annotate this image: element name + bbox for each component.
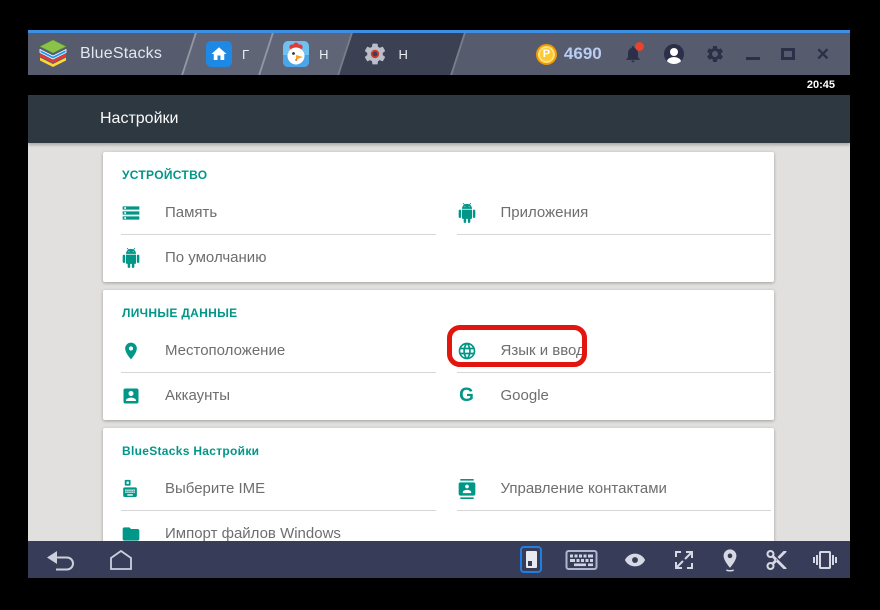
section-header: BlueStacks Настройки [122,444,260,458]
item-label: По умолчанию [165,249,267,266]
item-label: Выберите IME [165,480,266,497]
tab-home[interactable]: Г [188,33,265,75]
item-label: Память [165,204,218,221]
bluestacks-window: BlueStacks Г Н Н P 4690 ✕ 20:45 Настройк… [28,30,850,578]
card-personal: ЛИЧНЫЕ ДАННЫЕ Местоположение Язык и ввод… [103,290,774,420]
settings-item-location[interactable]: Местоположение [103,328,439,373]
brand-title: BlueStacks [80,45,163,62]
account-box-icon [123,388,139,403]
location-pin-icon [125,342,137,359]
titlebar-controls: P 4690 ✕ [535,42,850,65]
item-label: Аккаунты [165,387,231,404]
shake-icon [813,550,837,569]
android-statusbar: 20:45 [28,75,850,95]
gear-icon [706,46,723,62]
fullscreen-icon [675,550,693,569]
settings-actionbar: Настройки [28,95,850,143]
settings-content: УСТРОЙСТВО Память Приложения По умолчани… [28,143,850,541]
titlebar: BlueStacks Г Н Н P 4690 ✕ [28,30,850,75]
settings-item-choose-ime[interactable]: Выберите IME [103,466,439,511]
settings-item-manage-contacts[interactable]: Управление контактами [439,466,775,511]
item-label: Приложения [500,204,589,221]
item-label: Управление контактами [500,480,667,497]
contacts-icon [458,478,475,499]
tab-settings[interactable]: Н [344,33,459,75]
ime-keyboard-icon [123,479,137,497]
tab-label: Г [242,46,250,62]
location-icon [723,549,737,572]
item-label: Местоположение [165,342,286,359]
back-button[interactable] [44,548,80,572]
home-icon [206,41,233,67]
close-button[interactable]: ✕ [816,46,830,63]
eye-button[interactable] [621,549,649,571]
bluestacks-logo-icon [39,39,67,67]
screenshot-canvas: BlueStacks Г Н Н P 4690 ✕ 20:45 Настройк… [0,0,880,610]
section-header: ЛИЧНЫЕ ДАННЫЕ [122,306,238,320]
settings-item-apps[interactable]: Приложения [439,190,775,235]
maximize-button[interactable] [780,48,795,60]
highlight-annotation [446,325,587,367]
screenshot-button[interactable] [764,548,789,572]
card-device: УСТРОЙСТВО Память Приложения По умолчани… [103,152,774,282]
android-icon [458,202,475,223]
settings-item-language-input[interactable]: Язык и ввод [439,325,775,373]
minimize-button[interactable] [745,48,760,60]
notifications-button[interactable] [623,42,644,65]
bottom-toolbar [28,541,850,578]
coin-icon: P [535,43,557,65]
section-header: УСТРОЙСТВО [122,168,208,182]
eye-icon [624,553,646,566]
settings-item-accounts[interactable]: Аккаунты [103,373,439,418]
tab-chicken-app[interactable]: Н [265,33,344,75]
item-label: Google [500,387,549,404]
account-button[interactable] [663,44,684,64]
item-label: Импорт файлов Windows [165,525,341,541]
back-icon [47,550,74,570]
chicken-app-icon [283,41,310,67]
settings-item-memory[interactable]: Память [103,190,439,235]
tab-label: Н [319,46,329,62]
home-button[interactable] [106,548,136,572]
settings-item-defaults[interactable]: По умолчанию [103,235,439,280]
notification-dot [634,42,644,51]
folder-icon [122,526,140,541]
page-title: Настройки [100,110,179,127]
gear-icon [365,43,386,65]
settings-button[interactable] [705,44,725,64]
google-g-icon: G [459,384,474,406]
settings-item-google[interactable]: G Google [439,373,775,418]
tab-label: Н [398,46,408,62]
coin-count: 4690 [563,44,602,63]
keyboard-icon [565,549,598,570]
settings-item-import-windows-files[interactable]: Импорт файлов Windows [103,511,439,541]
dock-toggle-icon[interactable] [520,546,542,573]
tab-strip: Г Н Н [188,33,460,75]
clock: 20:45 [806,79,835,91]
android-icon [122,247,140,268]
shake-button[interactable] [812,548,838,572]
storage-icon [122,205,140,220]
card-bluestacks-settings: BlueStacks Настройки Выберите IME Управл… [103,428,774,541]
coin-balance[interactable]: P 4690 [535,43,602,65]
keyboard-toggle-button[interactable] [565,548,598,572]
home-icon [110,549,132,570]
location-button[interactable] [719,547,741,572]
scissors-icon [766,549,787,570]
fullscreen-button[interactable] [672,548,696,572]
